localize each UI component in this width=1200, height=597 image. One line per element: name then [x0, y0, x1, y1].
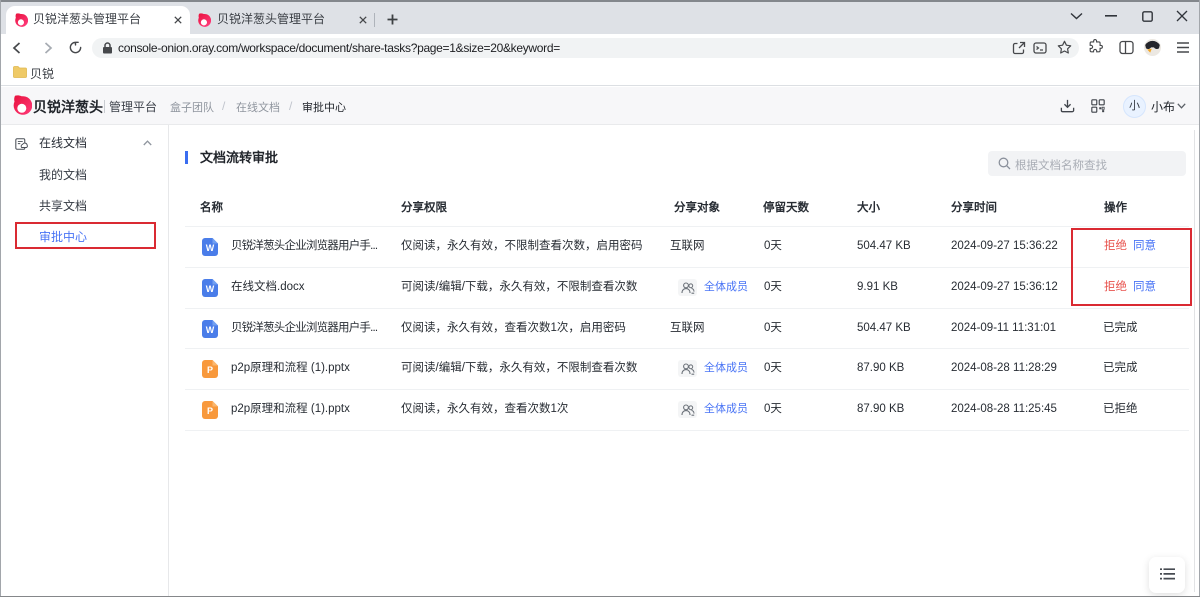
svg-text:W: W — [206, 243, 215, 253]
svg-text:W: W — [206, 325, 215, 335]
svg-text:P: P — [207, 365, 213, 375]
svg-text:W: W — [206, 284, 215, 294]
svg-text:P: P — [207, 406, 213, 416]
